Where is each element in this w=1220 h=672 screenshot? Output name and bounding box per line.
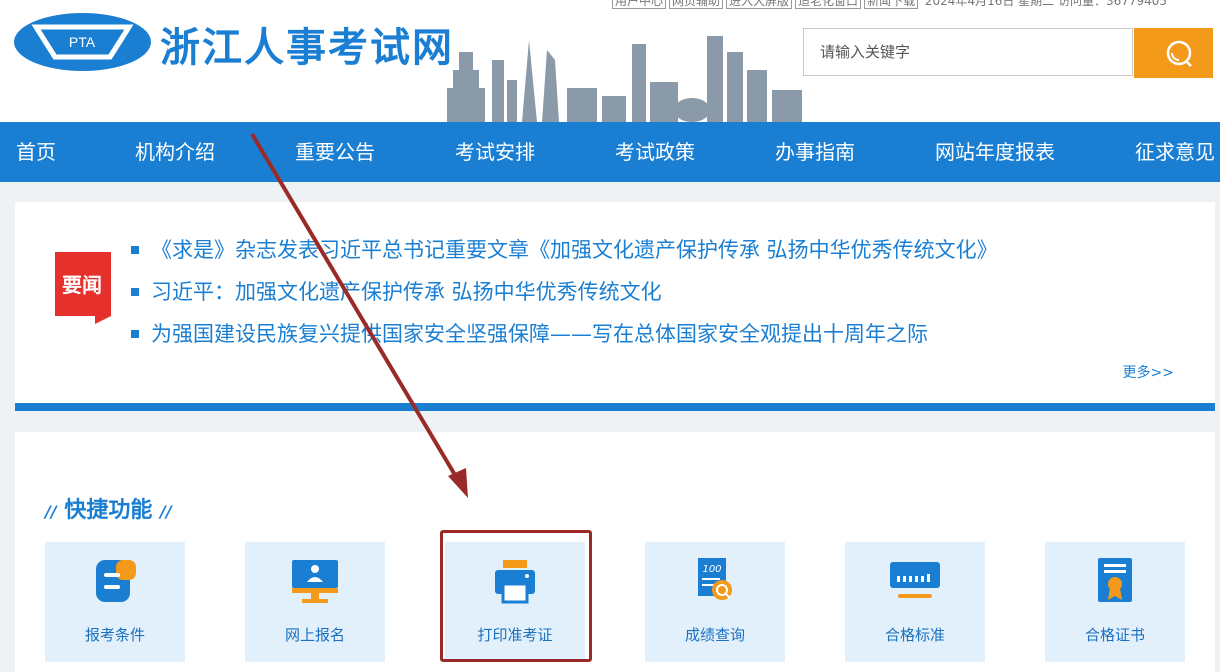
news-divider (15, 403, 1215, 411)
tile-score-query[interactable]: 100 成绩查询 (645, 542, 785, 662)
online-register-icon (292, 560, 338, 603)
site-title[interactable]: 浙江人事考试网 (160, 15, 454, 73)
search-input[interactable] (803, 28, 1133, 76)
nav-item-about[interactable]: 机构介绍 (135, 122, 215, 182)
top-link-elderly[interactable]: 适老化窗口 (795, 0, 862, 9)
nav-item-announcements[interactable]: 重要公告 (295, 122, 375, 182)
tile-label: 合格标准 (884, 626, 945, 644)
nav-item-feedback[interactable]: 征求意见 (1135, 122, 1215, 182)
search-icon (1166, 40, 1192, 67)
nav-item-guide[interactable]: 办事指南 (775, 122, 855, 182)
slash-decor-icon: // (160, 502, 172, 521)
tile-label: 合格证书 (1084, 626, 1145, 644)
date-visits-text: 2024年4月16日 星期二 访问量：36779405 (924, 0, 1168, 8)
top-utility-bar: 用户中心 网页辅助 进入大屏版 适老化窗口 新闻下载 2024年4月16日 星期二 访问… (612, 0, 1167, 9)
news-list: 《求是》杂志发表习近平总书记重要文章《加强文化遗产保护传承 弘扬中华优秀传统文化… (131, 234, 998, 360)
pta-logo[interactable]: PTA (14, 13, 151, 71)
news-more-link[interactable]: 更多>> (1123, 362, 1174, 382)
qualification-standard-icon (890, 562, 940, 598)
score-query-icon: 100 (698, 558, 732, 600)
top-link-assist[interactable]: 网页辅助 (669, 0, 724, 9)
top-link-large-screen[interactable]: 进入大屏版 (726, 0, 793, 9)
tile-exam-conditions[interactable]: 报考条件 (45, 542, 185, 662)
city-skyline-illustration (447, 36, 802, 122)
tile-label: 成绩查询 (684, 626, 745, 644)
nav-item-exam-policy[interactable]: 考试政策 (615, 122, 695, 182)
tile-certificate[interactable]: 合格证书 (1045, 542, 1185, 662)
search-bar (803, 28, 1213, 78)
top-link-download[interactable]: 新闻下载 (864, 0, 919, 9)
news-item[interactable]: 习近平：加强文化遗产保护传承 弘扬中华优秀传统文化 (131, 276, 998, 318)
certificate-icon (1098, 558, 1132, 602)
news-item[interactable]: 《求是》杂志发表习近平总书记重要文章《加强文化遗产保护传承 弘扬中华优秀传统文化… (131, 234, 998, 276)
news-badge-label: 要闻 (62, 273, 102, 297)
svg-text:100: 100 (702, 564, 721, 575)
tile-pass-standard[interactable]: 合格标准 (845, 542, 985, 662)
quick-functions-heading: // 快捷功能 // (45, 492, 172, 524)
news-item[interactable]: 为强国建设民族复兴提供国家安全坚强保障——写在总体国家安全观提出十周年之际 (131, 318, 998, 360)
highlight-box (440, 530, 592, 662)
news-badge: 要闻 (55, 252, 111, 324)
tile-online-register[interactable]: 网上报名 (245, 542, 385, 662)
main-nav: 首页 机构介绍 重要公告 考试安排 考试政策 办事指南 网站年度报表 征求意见 (0, 122, 1220, 182)
header: 用户中心 网页辅助 进入大屏版 适老化窗口 新闻下载 2024年4月16日 星期二 访问… (0, 0, 1220, 122)
logo-text: PTA (69, 34, 96, 50)
top-link-user-center[interactable]: 用户中心 (612, 0, 667, 9)
quick-functions-panel: // 快捷功能 // 报考条件 网上报名 打印准考证 100 成绩查询 合格标准… (15, 432, 1215, 672)
nav-item-home[interactable]: 首页 (16, 122, 56, 182)
nav-item-annual-report[interactable]: 网站年度报表 (935, 122, 1055, 182)
tile-label: 报考条件 (84, 626, 145, 644)
conditions-icon (96, 560, 136, 602)
quick-functions-title: 快捷功能 (64, 498, 153, 523)
slash-decor-icon: // (45, 502, 57, 521)
search-button[interactable] (1134, 28, 1213, 78)
tile-label: 网上报名 (284, 626, 345, 644)
news-panel: 要闻 《求是》杂志发表习近平总书记重要文章《加强文化遗产保护传承 弘扬中华优秀传… (15, 202, 1215, 403)
nav-item-exam-schedule[interactable]: 考试安排 (455, 122, 535, 182)
